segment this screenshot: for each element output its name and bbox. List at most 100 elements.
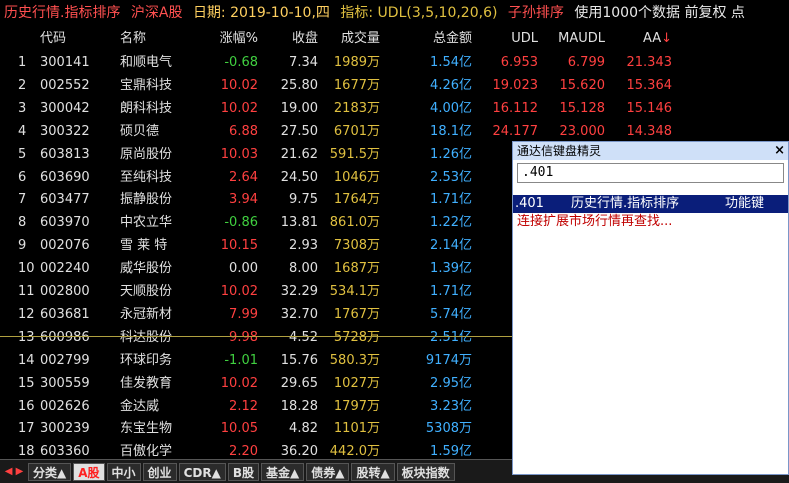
change-percent: 10.02: [220, 100, 258, 116]
change-percent: 10.02: [220, 284, 258, 299]
market-tabs: 分类▲ A股 中小 创业 CDR▲ B股 基金▲ 债券▲ 股转▲ 板块指数: [28, 462, 457, 481]
stock-name: 东宝生物: [120, 421, 173, 437]
header-change[interactable]: 涨幅%: [196, 28, 258, 50]
header-volume[interactable]: 成交量: [320, 28, 380, 50]
aa-value: 15.146: [626, 100, 673, 116]
row-index: 17: [18, 421, 35, 437]
header-aa[interactable]: AA↓: [610, 28, 672, 50]
table-row[interactable]: 2 002552 宝鼎科技 10.02 25.80 1677万 4.26亿 19.023 15.…: [0, 75, 789, 97]
change-percent: 2.12: [229, 398, 258, 414]
tab-market-2[interactable]: 中小: [106, 462, 141, 481]
table-row[interactable]: 4 300322 硕贝德 6.88 27.50 6701万 18.1亿 24.177 23.00…: [0, 121, 789, 143]
change-percent: 10.03: [220, 146, 258, 162]
stock-code: 002552: [40, 77, 90, 93]
row-index: 2: [18, 77, 27, 93]
volume: 861.0万: [329, 215, 380, 231]
stock-name: 佳发教育: [120, 375, 173, 391]
row-index: 14: [18, 352, 35, 368]
change-percent: 10.05: [220, 421, 258, 437]
close-price: 7.34: [289, 55, 318, 70]
tab-market-8[interactable]: 股转▲: [351, 462, 395, 481]
stock-code: 300322: [40, 123, 90, 139]
result-type: 功能键: [725, 196, 765, 211]
close-price: 25.80: [280, 77, 318, 93]
tab-market-9[interactable]: 板块指数: [396, 462, 455, 481]
indicator-label[interactable]: 指标: UDL(3,5,10,20,6): [340, 5, 497, 21]
row-index: 16: [18, 398, 35, 414]
change-percent: 2.64: [229, 169, 258, 185]
tab-scroll-arrows-icon[interactable]: ◀ ▶: [0, 462, 28, 482]
volume: 580.3万: [329, 352, 380, 368]
dialog-title: 通达信键盘精灵: [517, 144, 602, 158]
wizard-result-item[interactable]: .401 历史行情.指标排序 功能键: [513, 195, 788, 213]
close-price: 9.75: [289, 192, 318, 208]
udl-value: 6.953: [500, 55, 538, 70]
header-maudl[interactable]: MAUDL: [545, 28, 605, 50]
header-code[interactable]: 代码: [40, 28, 100, 50]
volume: 7308万: [333, 238, 380, 254]
row-index: 8: [18, 215, 27, 231]
result-code: .401: [515, 196, 544, 211]
amount: 4.00亿: [430, 100, 472, 116]
header-close[interactable]: 收盘: [260, 28, 318, 50]
table-row[interactable]: 1 300141 和顺电气 -0.68 7.34 1989万 1.54亿 6.953 6.799…: [0, 52, 789, 74]
stock-name: 天顺股份: [120, 284, 173, 299]
dialog-title-bar[interactable]: 通达信键盘精灵 ×: [513, 142, 788, 160]
tab-market-0[interactable]: 分类▲: [28, 462, 72, 481]
volume: 1046万: [333, 169, 380, 185]
result-name: 历史行情.指标排序: [571, 196, 680, 211]
amount: 2.95亿: [430, 375, 472, 391]
close-price: 2.93: [289, 238, 318, 254]
header-name[interactable]: 名称: [120, 28, 190, 50]
stock-name: 中农立华: [120, 215, 173, 231]
volume: 1687万: [333, 261, 380, 277]
close-icon[interactable]: ×: [774, 142, 785, 160]
stock-code: 002626: [40, 398, 90, 414]
amount: 3.23亿: [430, 398, 472, 414]
amount: 2.53亿: [430, 169, 472, 185]
row-index: 13: [18, 329, 35, 345]
view-title: 历史行情.指标排序: [4, 5, 121, 21]
change-percent: 7.99: [229, 306, 258, 322]
tab-market-4[interactable]: CDR▲: [178, 462, 226, 481]
amount: 1.54亿: [430, 55, 472, 70]
amount: 9174万: [425, 352, 472, 368]
tab-market-5[interactable]: B股: [227, 462, 259, 481]
udl-value: 16.112: [492, 100, 539, 116]
amount: 18.1亿: [430, 123, 472, 139]
tab-market-3[interactable]: 创业: [142, 462, 177, 481]
stock-name: 和顺电气: [120, 55, 173, 70]
close-price: 27.50: [280, 123, 318, 139]
amount: 1.26亿: [430, 146, 472, 162]
close-price: 8.00: [289, 261, 318, 277]
row-index: 5: [18, 146, 27, 162]
tab-market-6[interactable]: 基金▲: [260, 462, 305, 481]
amount: 1.22亿: [430, 215, 472, 231]
tab-market-1[interactable]: A股: [73, 462, 105, 481]
stock-name: 原尚股份: [120, 146, 173, 162]
row-index: 10: [18, 261, 35, 277]
udl-value: 19.023: [492, 77, 539, 93]
header-udl[interactable]: UDL: [478, 28, 538, 50]
aa-value: 14.348: [626, 123, 673, 139]
sort-label[interactable]: 子孙排序: [508, 5, 564, 21]
tab-market-7[interactable]: 债券▲: [306, 462, 350, 481]
stock-code: 300042: [40, 100, 90, 116]
stock-code: 300559: [40, 375, 90, 391]
date-label[interactable]: 日期: 2019-10-10,四: [193, 5, 330, 21]
volume: 6701万: [333, 123, 380, 139]
volume: 1989万: [333, 55, 380, 70]
usage-label: 使用1000个数据 前复权 点: [574, 5, 745, 21]
row-index: 7: [18, 192, 27, 208]
amount: 4.26亿: [430, 77, 472, 93]
table-header: 代码 名称 涨幅% 收盘 成交量 总金额 UDL MAUDL AA↓: [0, 28, 789, 50]
stock-name: 雪 莱 特: [120, 238, 168, 254]
row-index: 12: [18, 306, 35, 322]
wizard-search-input[interactable]: .401: [517, 163, 784, 183]
market-label[interactable]: 沪深A股: [131, 5, 183, 21]
header-amount[interactable]: 总金额: [400, 28, 472, 50]
close-price: 18.28: [280, 398, 318, 414]
volume: 1764万: [333, 192, 380, 208]
close-price: 19.00: [280, 100, 318, 116]
table-row[interactable]: 3 300042 朗科科技 10.02 19.00 2183万 4.00亿 16.112 15.…: [0, 98, 789, 120]
